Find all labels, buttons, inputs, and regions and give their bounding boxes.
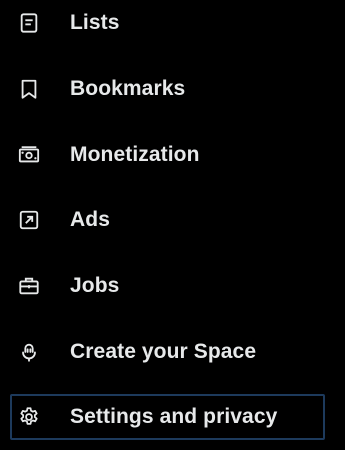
bookmark-icon bbox=[18, 78, 40, 100]
menu-item-create-space[interactable]: Create your Space bbox=[10, 329, 325, 375]
dropdown-menu: Lists Bookmarks Monetization Ads Jobs Cr… bbox=[0, 0, 345, 450]
menu-item-label: Create your Space bbox=[70, 340, 257, 363]
menu-item-label: Ads bbox=[70, 208, 110, 231]
menu-item-label: Monetization bbox=[70, 143, 200, 166]
menu-item-jobs[interactable]: Jobs bbox=[10, 263, 325, 309]
briefcase-icon bbox=[18, 275, 40, 297]
money-icon bbox=[18, 144, 40, 166]
menu-item-bookmarks[interactable]: Bookmarks bbox=[10, 66, 325, 112]
menu-item-lists[interactable]: Lists bbox=[10, 0, 325, 46]
menu-item-ads[interactable]: Ads bbox=[10, 197, 325, 243]
microphone-icon bbox=[18, 341, 40, 363]
menu-item-label: Bookmarks bbox=[70, 77, 186, 100]
ads-icon bbox=[18, 209, 40, 231]
menu-item-label: Jobs bbox=[70, 274, 120, 297]
list-icon bbox=[18, 12, 40, 34]
gear-icon bbox=[18, 406, 40, 428]
menu-item-label: Lists bbox=[70, 11, 120, 34]
menu-item-label: Settings and privacy bbox=[70, 405, 278, 428]
menu-item-settings-privacy[interactable]: Settings and privacy bbox=[10, 394, 325, 440]
menu-item-monetization[interactable]: Monetization bbox=[10, 132, 325, 178]
